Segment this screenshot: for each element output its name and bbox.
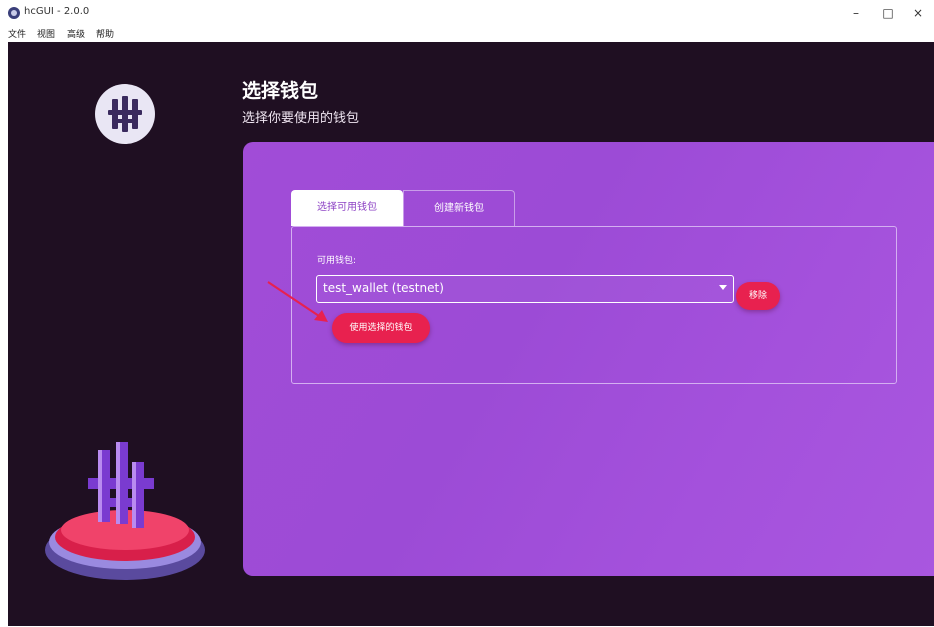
- page-title: 选择钱包: [242, 80, 319, 102]
- tab-create-wallet[interactable]: 创建新钱包: [403, 190, 515, 226]
- page-subtitle: 选择你要使用的钱包: [242, 111, 360, 126]
- tab-panel: 可用钱包: test_wallet (testnet) 移除 使用选择的钱包: [291, 226, 897, 384]
- wallet-card: 选择可用钱包 创建新钱包 可用钱包: test_wallet (testnet)…: [243, 142, 934, 576]
- selected-wallet: test_wallet (testnet): [323, 281, 444, 295]
- remove-button[interactable]: 移除: [736, 282, 780, 310]
- wallet-label: 可用钱包:: [317, 256, 357, 266]
- close-button[interactable]: ×: [907, 4, 929, 22]
- minimize-button[interactable]: –: [845, 4, 867, 22]
- maximize-button[interactable]: □: [877, 4, 899, 22]
- app-icon: [8, 7, 20, 19]
- menu-view[interactable]: 视图: [37, 27, 55, 40]
- app-logo-icon: [95, 84, 155, 144]
- menu-bar: 文件 视图 高级 帮助: [0, 26, 934, 42]
- title-bar: hcGUI - 2.0.0 – □ ×: [0, 0, 934, 28]
- tab-select-wallet[interactable]: 选择可用钱包: [291, 190, 403, 226]
- pointer-arrow-icon: [267, 281, 328, 322]
- app-content: 选择钱包 选择你要使用的钱包 选择可用钱包 创建新钱包 可用钱包: test_w…: [8, 42, 934, 626]
- menu-file[interactable]: 文件: [8, 27, 26, 40]
- wallet-select[interactable]: test_wallet (testnet): [316, 275, 734, 303]
- menu-help[interactable]: 帮助: [96, 27, 114, 40]
- logo-pedestal-illustration: [45, 442, 205, 580]
- dropdown-caret-icon: [719, 285, 727, 290]
- menu-advanced[interactable]: 高级: [67, 27, 85, 40]
- window-title: hcGUI - 2.0.0: [24, 6, 90, 17]
- use-wallet-button[interactable]: 使用选择的钱包: [332, 313, 430, 343]
